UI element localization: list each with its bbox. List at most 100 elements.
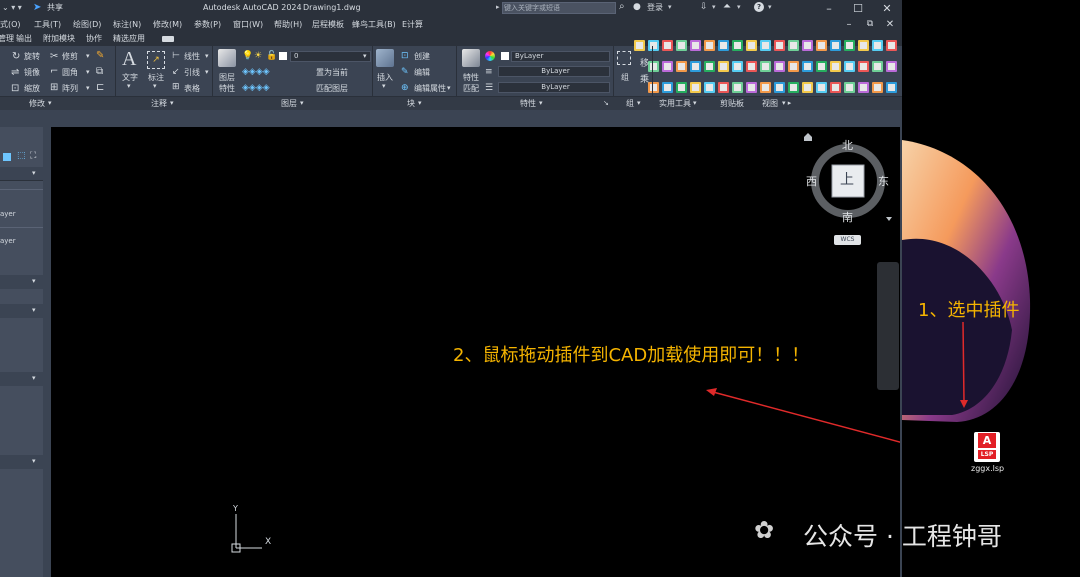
palette-section-header[interactable]: [0, 304, 43, 318]
quick-access-more-icon[interactable]: ⌄ ▾ ▾: [2, 3, 22, 12]
plugin-tool-icon[interactable]: [844, 61, 855, 72]
match-properties-label[interactable]: 特性: [463, 73, 479, 83]
layer-lock-icon[interactable]: 🔓: [266, 51, 277, 61]
array-button[interactable]: 阵列: [62, 84, 78, 94]
close-icon[interactable]: ✕: [874, 0, 900, 17]
viewcube-east-label[interactable]: 东: [878, 173, 889, 189]
maximize-icon[interactable]: ☐: [845, 0, 871, 17]
trim-dropdown-icon[interactable]: ▾: [86, 52, 90, 60]
fillet-dropdown-icon[interactable]: ▾: [86, 68, 90, 76]
plugin-tool-icon[interactable]: [844, 82, 855, 93]
scale-button[interactable]: 缩放: [24, 84, 40, 94]
palette-dropdown-arrow-icon[interactable]: ▾: [32, 169, 36, 177]
search-expand-icon[interactable]: ▸: [496, 3, 500, 11]
plugin-tool-icon[interactable]: [732, 82, 743, 93]
array-dropdown-icon[interactable]: ▾: [86, 84, 90, 92]
plugin-tool-icon[interactable]: [760, 61, 771, 72]
panel-utilities-dropdown-icon[interactable]: ▾: [693, 99, 697, 107]
palette-section-header[interactable]: [0, 372, 43, 386]
plugin-tool-icon[interactable]: [662, 61, 673, 72]
palette-quick-select-icon[interactable]: [3, 153, 11, 161]
palette-toggle-icon[interactable]: ⛶: [30, 151, 36, 161]
menu-item-parametric[interactable]: 参数(P): [194, 20, 221, 30]
panel-label-modify[interactable]: 修改: [29, 99, 45, 109]
menu-item-ecalc[interactable]: E计算: [402, 20, 423, 30]
plugin-tool-icon[interactable]: [872, 61, 883, 72]
plugin-tool-icon[interactable]: [676, 82, 687, 93]
layer-dropdown-arrow-icon[interactable]: ▾: [363, 52, 367, 60]
utilities-icon-1[interactable]: 移: [640, 56, 649, 69]
create-block-button[interactable]: 创建: [414, 52, 430, 62]
tab-featured-apps[interactable]: 精选应用: [113, 34, 145, 44]
leader-button[interactable]: 引线: [184, 68, 200, 78]
panel-label-properties[interactable]: 特性: [520, 99, 536, 109]
plugin-tool-icon[interactable]: [746, 82, 757, 93]
user-icon[interactable]: ●: [633, 2, 641, 12]
plugin-tool-icon[interactable]: [718, 40, 729, 51]
autodesk-a360-icon[interactable]: ⏶: [723, 1, 731, 12]
lineweight-dropdown[interactable]: ByLayer: [498, 66, 610, 77]
tab-collaborate[interactable]: 协作: [86, 34, 102, 44]
plugin-tool-icon[interactable]: [802, 61, 813, 72]
plugin-tool-icon[interactable]: [774, 61, 785, 72]
plugin-tool-icon[interactable]: [802, 40, 813, 51]
group-button[interactable]: 组: [621, 73, 629, 83]
menu-item-tools[interactable]: 工具(T): [34, 20, 61, 30]
share-icon[interactable]: ➤: [33, 2, 41, 13]
search-input[interactable]: 键入关键字或短语: [502, 2, 616, 14]
help-dropdown-icon[interactable]: ▾: [768, 3, 772, 11]
layer-properties-label-2[interactable]: 特性: [219, 84, 235, 94]
match-properties-label-2[interactable]: 匹配: [463, 84, 479, 94]
plugin-tool-icon[interactable]: [746, 40, 757, 51]
plugin-tool-icon[interactable]: [858, 82, 869, 93]
plugin-tool-icon[interactable]: [816, 61, 827, 72]
a360-dropdown-icon[interactable]: ▾: [737, 3, 741, 11]
panel-label-block[interactable]: 块: [407, 99, 415, 109]
panel-layers-dropdown-icon[interactable]: ▾: [300, 99, 304, 107]
leader-dropdown-icon[interactable]: ▾: [205, 68, 209, 76]
plugin-tool-icon[interactable]: [760, 40, 771, 51]
layer-tools-row1-icon[interactable]: ◈◈◈◈: [242, 67, 270, 77]
panel-modify-dropdown-icon[interactable]: ▾: [48, 99, 52, 107]
color-dropdown[interactable]: ByLayer: [511, 51, 610, 62]
panel-label-clipboard[interactable]: 剪贴板: [720, 99, 744, 109]
plugin-tool-icon[interactable]: [676, 40, 687, 51]
palette-section-arrow-icon[interactable]: ▾: [32, 277, 36, 285]
plugin-tool-icon[interactable]: [704, 40, 715, 51]
mirror-button[interactable]: 镜像: [24, 68, 40, 78]
set-current-button[interactable]: 置为当前: [316, 68, 348, 78]
panel-annotation-dropdown-icon[interactable]: ▾: [170, 99, 174, 107]
plugin-tool-icon[interactable]: [830, 40, 841, 51]
palette-section-arrow-icon[interactable]: ▾: [32, 457, 36, 465]
panel-properties-launcher-icon[interactable]: ↘: [603, 99, 609, 107]
plugin-tool-icon[interactable]: [732, 40, 743, 51]
cart-dropdown-icon[interactable]: ▾: [712, 3, 716, 11]
rotate-button[interactable]: 旋转: [24, 52, 40, 62]
minimize-icon[interactable]: –: [816, 0, 842, 17]
layer-properties-label[interactable]: 图层: [219, 73, 235, 83]
plugin-tool-icon[interactable]: [886, 82, 897, 93]
panel-label-group[interactable]: 组: [626, 99, 634, 109]
utilities-icon-2[interactable]: 乘: [640, 72, 649, 85]
viewcube-top-face-label[interactable]: 上: [840, 169, 854, 189]
edit-block-button[interactable]: 编辑: [414, 68, 430, 78]
plugin-tool-icon[interactable]: [872, 40, 883, 51]
plugin-tool-icon[interactable]: [690, 82, 701, 93]
linear-dim-button[interactable]: 线性: [184, 52, 200, 62]
plugin-tool-icon[interactable]: [676, 61, 687, 72]
menu-item-draw[interactable]: 绘图(D): [73, 20, 101, 30]
plugin-tool-icon[interactable]: [802, 82, 813, 93]
plugin-tool-icon[interactable]: [690, 61, 701, 72]
plugin-tool-icon[interactable]: [774, 82, 785, 93]
plugin-tool-icon[interactable]: [760, 82, 771, 93]
trim-button[interactable]: 修剪: [62, 52, 78, 62]
edit-attributes-dropdown-icon[interactable]: ▾: [447, 84, 451, 92]
plugin-tool-icon[interactable]: [662, 40, 673, 51]
menu-item-modify[interactable]: 修改(M): [153, 20, 182, 30]
panel-block-dropdown-icon[interactable]: ▾: [418, 99, 422, 107]
drawing-canvas[interactable]: 北 南 西 东 上 WCS Y X 2、鼠标拖动插件到CAD加载使用即可！！！: [51, 127, 900, 577]
erase-icon[interactable]: ✎: [96, 50, 104, 61]
search-icon[interactable]: ⌕: [619, 1, 625, 12]
dimension-dropdown-icon[interactable]: ▾: [153, 82, 157, 90]
tab-addins[interactable]: 附加模块: [43, 34, 75, 44]
